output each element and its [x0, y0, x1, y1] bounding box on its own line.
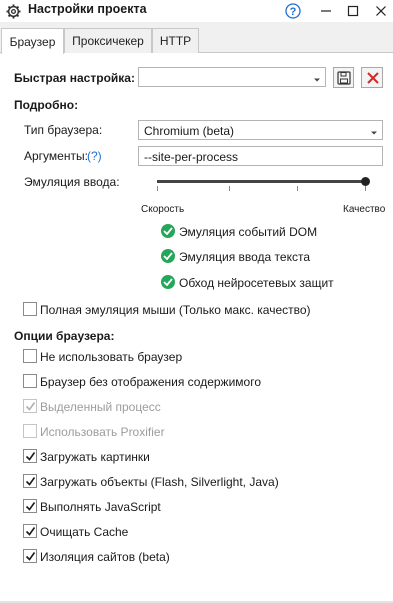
site-isolation-label: Изоляция сайтов (beta) — [40, 550, 170, 564]
dedicated-process-label: Выделенный процесс — [40, 400, 161, 414]
browser-options-heading: Опции браузера: — [14, 329, 115, 343]
clear-cache-checkbox[interactable] — [23, 524, 37, 538]
run-javascript-label: Выполнять JavaScript — [40, 500, 161, 514]
browser-settings-panel: Быстрая настройка: Подробно: Тип браузер… — [0, 53, 393, 603]
arguments-label: Аргументы: — [24, 149, 88, 163]
headless-label: Браузер без отображения содержимого — [40, 375, 261, 389]
delete-preset-button[interactable] — [361, 67, 383, 88]
slider-tick — [365, 186, 366, 191]
chevron-down-icon — [313, 73, 321, 87]
input-emulation-slider-thumb[interactable] — [361, 177, 370, 186]
floppy-disk-icon — [337, 71, 351, 88]
arguments-value: --site-per-process — [144, 150, 239, 164]
help-icon[interactable]: ? — [284, 0, 302, 22]
no-browser-label: Не использовать браузер — [40, 350, 183, 364]
browser-type-select[interactable]: Chromium (beta) — [138, 120, 383, 140]
clear-cache-label: Очищать Cache — [40, 525, 129, 539]
load-objects-label: Загружать объекты (Flash, Silverlight, J… — [40, 475, 279, 489]
tab-proxychecker[interactable]: Проксичекер — [64, 28, 152, 53]
tab-browser[interactable]: Браузер — [1, 28, 64, 54]
site-isolation-checkbox[interactable] — [23, 549, 37, 563]
checkmark-icon — [25, 552, 36, 561]
feature-dom-events: Эмуляция событий DOM — [179, 225, 318, 239]
window-title: Настройки проекта — [28, 2, 147, 16]
use-proxifier-label: Использовать Proxifier — [40, 425, 165, 439]
run-javascript-checkbox[interactable] — [23, 499, 37, 513]
headless-checkbox[interactable] — [23, 374, 37, 388]
quick-settings-label: Быстрая настройка: — [14, 71, 135, 85]
gear-icon — [4, 0, 22, 22]
load-images-label: Загружать картинки — [40, 450, 150, 464]
slider-tick — [297, 186, 298, 191]
full-mouse-emulation-label: Полная эмуляция мыши (Только макс. качес… — [40, 303, 311, 317]
arguments-help-link[interactable]: (?) — [87, 149, 102, 163]
arguments-input[interactable]: --site-per-process — [138, 146, 383, 166]
load-objects-checkbox[interactable] — [23, 474, 37, 488]
no-browser-checkbox[interactable] — [23, 349, 37, 363]
check-circle-icon — [161, 224, 175, 238]
input-emulation-label: Эмуляция ввода: — [24, 175, 120, 189]
feature-neural-bypass: Обход нейросетевых защит — [179, 276, 334, 290]
checkmark-icon — [25, 452, 36, 461]
tab-label: Проксичекер — [72, 34, 144, 48]
quick-settings-select[interactable] — [138, 67, 326, 87]
checkmark-icon — [25, 502, 36, 511]
tab-bar: Браузер Проксичекер HTTP — [0, 22, 393, 54]
slider-min-label: Скорость — [141, 204, 185, 215]
checkmark-icon — [25, 477, 36, 486]
check-circle-icon — [161, 275, 175, 289]
save-preset-button[interactable] — [333, 67, 354, 88]
tab-label: HTTP — [159, 34, 192, 48]
slider-max-label: Качество — [343, 204, 386, 215]
feature-text-input: Эмуляция ввода текста — [179, 250, 311, 264]
use-proxifier-checkbox — [23, 424, 37, 438]
browser-type-value: Chromium (beta) — [144, 124, 235, 138]
delete-icon — [366, 71, 380, 88]
checkmark-icon — [25, 527, 36, 536]
slider-tick — [157, 186, 158, 191]
details-heading: Подробно: — [14, 98, 79, 112]
slider-tick — [229, 186, 230, 191]
chevron-down-icon — [370, 126, 378, 140]
maximize-icon[interactable] — [344, 0, 362, 22]
full-mouse-emulation-checkbox[interactable] — [23, 302, 37, 316]
title-bar: Настройки проекта ? — [0, 0, 393, 22]
check-circle-icon — [161, 249, 175, 263]
tab-http[interactable]: HTTP — [152, 28, 199, 53]
close-icon[interactable] — [372, 0, 390, 22]
load-images-checkbox[interactable] — [23, 449, 37, 463]
svg-text:?: ? — [290, 6, 297, 18]
input-emulation-slider-track[interactable] — [157, 180, 365, 183]
minimize-icon[interactable] — [317, 0, 335, 22]
dedicated-process-checkbox — [23, 399, 37, 413]
browser-type-label: Тип браузера: — [24, 123, 103, 137]
checkmark-icon — [25, 402, 36, 411]
tab-label: Браузер — [9, 34, 56, 49]
